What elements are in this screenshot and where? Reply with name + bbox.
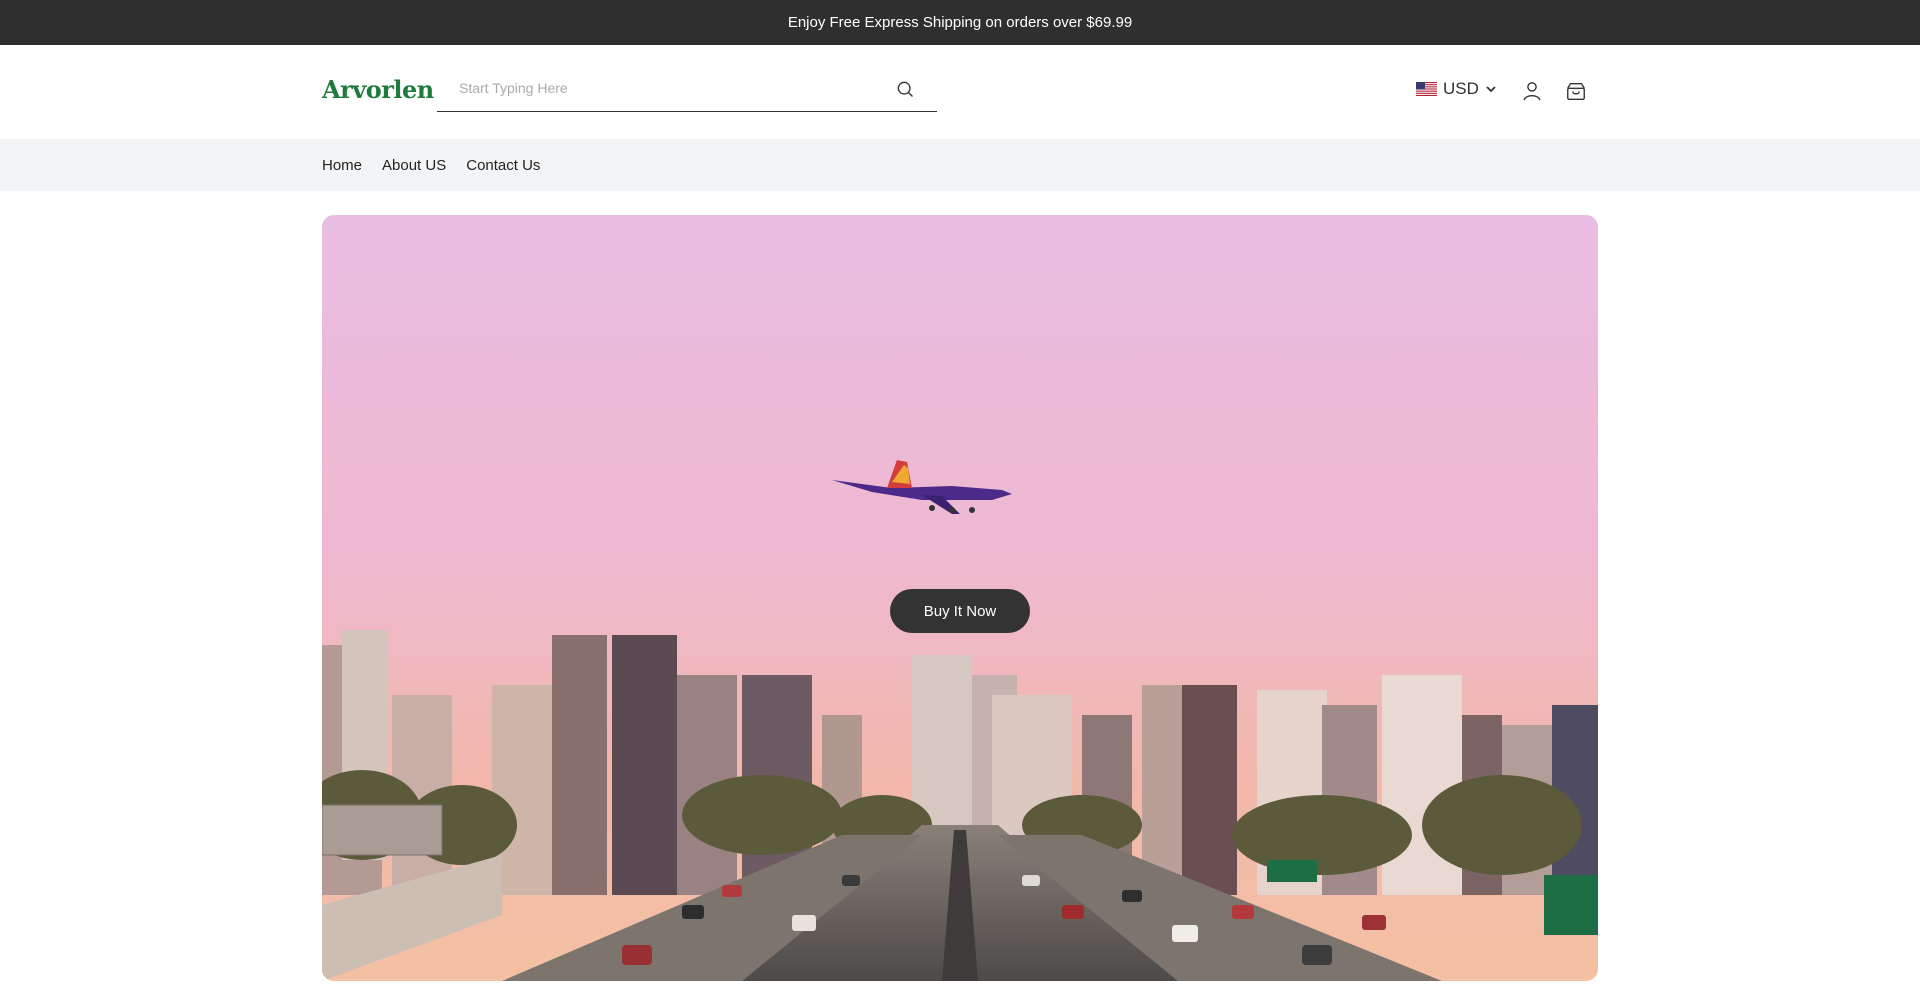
currency-label: USD [1443, 79, 1479, 98]
nav-item-contact-us[interactable]: Contact Us [466, 157, 540, 174]
search-icon[interactable] [895, 79, 915, 99]
hero-banner[interactable]: Buy It Now [322, 215, 1598, 981]
main-nav: Home About US Contact Us [0, 139, 1920, 191]
announcement-bar: Enjoy Free Express Shipping on orders ov… [0, 0, 1920, 45]
nav-item-about-us[interactable]: About US [382, 157, 446, 174]
cart-icon[interactable] [1565, 80, 1587, 102]
currency-selector[interactable]: USD [1416, 79, 1497, 99]
announcement-text: Enjoy Free Express Shipping on orders ov… [787, 14, 1133, 31]
nav-item-home[interactable]: Home [322, 157, 362, 174]
chevron-down-icon [1486, 86, 1496, 93]
highway-sign [1267, 860, 1317, 882]
highway-sign [1544, 875, 1598, 935]
site-header: Arvorlen USD [0, 45, 1920, 139]
buy-it-now-button[interactable]: Buy It Now [890, 589, 1030, 633]
account-icon[interactable] [1521, 80, 1543, 102]
search-bar [437, 65, 937, 112]
search-input[interactable] [459, 75, 879, 101]
logo[interactable]: Arvorlen [322, 75, 434, 104]
us-flag-icon [1416, 82, 1437, 96]
